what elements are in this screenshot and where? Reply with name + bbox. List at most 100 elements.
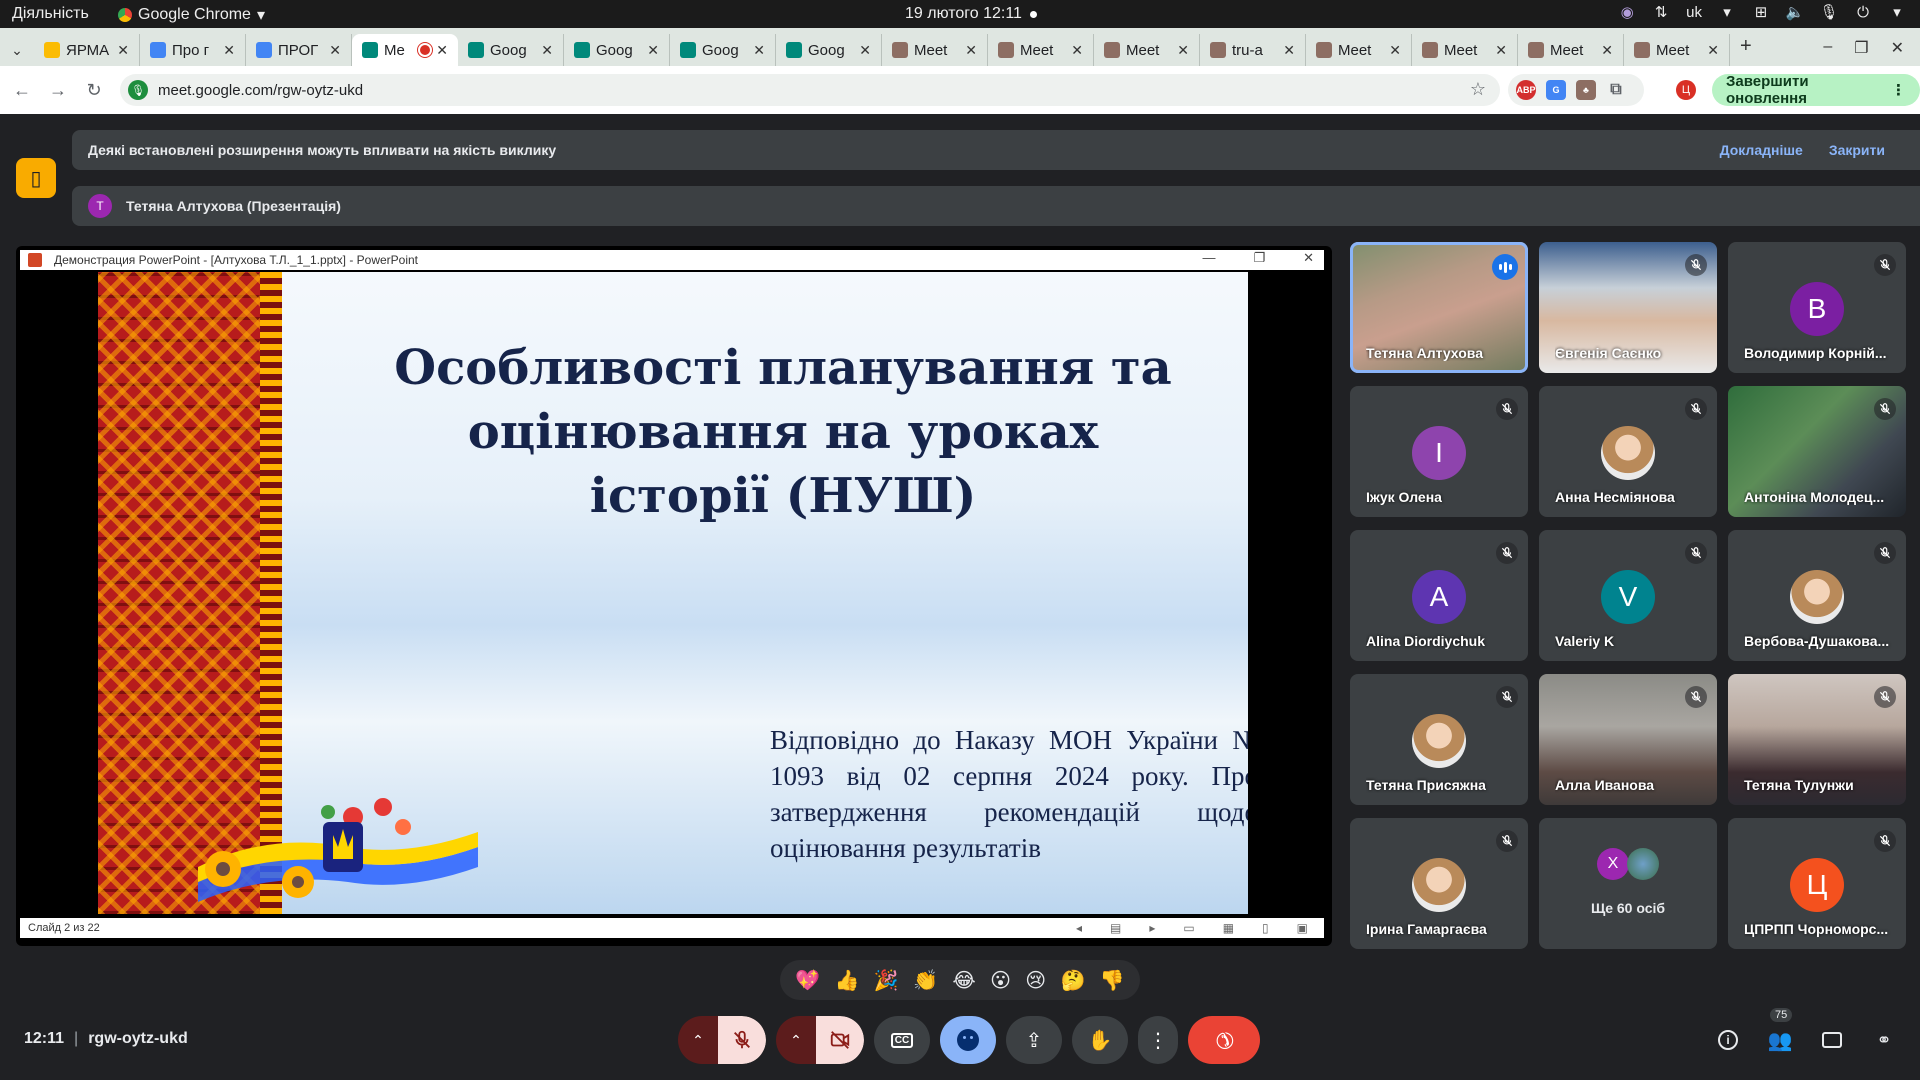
close-tab-icon[interactable]: ✕ [859,42,871,59]
system-tray[interactable]: ◉ ⇅ uk ▾ ⊞ 🔈 🎙 ⏻ ▾ [1618,3,1906,22]
mic-off-button[interactable] [718,1016,766,1064]
slideshow-view-icon[interactable]: ▣ [1297,921,1308,935]
captions-button[interactable]: CC [874,1016,930,1064]
reaction-emoji-button[interactable]: 👏 [913,968,938,993]
participant-tile[interactable]: A Alina Diordiychuk [1350,530,1528,661]
url-field[interactable]: 🎙 meet.google.com/rgw-oytz-ukd ☆ [120,74,1500,106]
participant-tile[interactable]: Антоніна Молодец... [1728,386,1906,517]
clock[interactable]: 19 лютого 12:11 [905,5,1022,23]
participant-tile[interactable]: Тетяна Тулунжи [1728,674,1906,805]
participant-tile[interactable]: Євгенія Саєнко [1539,242,1717,373]
adblock-icon[interactable]: ABP [1516,80,1536,100]
close-tab-icon[interactable]: ✕ [541,42,553,59]
video-settings-chevron-icon[interactable]: ⌃ [776,1016,816,1064]
tab[interactable]: Meet ✕ [882,34,988,66]
activities-button[interactable]: Діяльність [12,5,89,23]
close-tab-icon[interactable]: ✕ [1707,42,1719,59]
reaction-emoji-button[interactable]: 😮 [990,968,1011,993]
participant-tile[interactable]: Ц ЦПРПП Чорноморс... [1728,818,1906,949]
ppt-close-icon[interactable]: ✕ [1303,250,1314,266]
tab-active[interactable]: Me ✕ [352,34,458,66]
viber-icon[interactable]: ◉ [1618,3,1636,21]
forward-icon[interactable]: → [40,80,76,101]
meeting-details-icon[interactable]: i [1716,1028,1740,1052]
tab[interactable]: Meet ✕ [1624,34,1730,66]
tab[interactable]: Meet ✕ [1094,34,1200,66]
raise-hand-button[interactable]: ✋ [1072,1016,1128,1064]
close-tab-icon[interactable]: ✕ [1071,42,1083,59]
language-indicator[interactable]: uk [1686,4,1702,21]
participant-tile[interactable]: Тетяна Присяжна [1350,674,1528,805]
reaction-emoji-button[interactable]: 😂 [952,968,975,993]
close-tab-icon[interactable]: ✕ [1495,42,1507,59]
presentation-stage[interactable]: Демонстрация PowerPoint - [Алтухова Т.Л.… [16,246,1332,946]
ppt-minimize-icon[interactable]: — [1202,250,1215,266]
close-tab-icon[interactable]: ✕ [1177,42,1189,59]
minimize-icon[interactable]: – [1823,38,1832,58]
tab[interactable]: Meet ✕ [1306,34,1412,66]
tab[interactable]: Meet ✕ [1412,34,1518,66]
activities-icon[interactable]: ⚭ [1872,1028,1896,1052]
reading-view-icon[interactable]: ▯ [1262,921,1269,935]
participant-tile[interactable]: В Володимир Корній... [1728,242,1906,373]
tab-search-icon[interactable]: ⌄ [0,34,34,66]
bookmark-star-icon[interactable]: ☆ [1470,79,1486,100]
slide-menu-icon[interactable]: ▤ [1110,921,1121,935]
reaction-emoji-button[interactable]: 🤔 [1061,968,1086,993]
prev-slide-icon[interactable]: ◂ [1076,921,1082,935]
participant-tile[interactable]: І Іжук Олена [1350,386,1528,517]
translate-icon[interactable]: G [1546,80,1566,100]
reaction-emoji-button[interactable]: 🎉 [874,968,899,993]
volume-icon[interactable]: 🔈 [1786,3,1805,21]
power-icon[interactable]: ⏻ [1854,3,1872,21]
close-tab-icon[interactable]: ✕ [1389,42,1401,59]
tab[interactable]: Goog ✕ [564,34,670,66]
participant-tile[interactable]: Алла Иванова [1539,674,1717,805]
normal-view-icon[interactable]: ▭ [1183,921,1194,935]
participant-tile[interactable]: Ірина Гамаргаєва [1350,818,1528,949]
next-slide-icon[interactable]: ▸ [1149,921,1155,935]
back-icon[interactable]: ← [4,80,40,101]
tab[interactable]: Goog ✕ [670,34,776,66]
tab[interactable]: Goog ✕ [458,34,564,66]
restore-icon[interactable]: ❐ [1854,38,1868,58]
leave-call-button[interactable]: ✆ [1188,1016,1260,1064]
more-participants-tile[interactable]: Х Ще 60 осіб [1539,818,1717,949]
tab[interactable]: ПРОГ ✕ [246,34,352,66]
camera-off-button[interactable] [816,1016,864,1064]
presentation-bar[interactable]: Т Тетяна Алтухова (Презентація) [72,186,1920,226]
people-button[interactable]: 75 👥 [1768,1008,1792,1052]
microphone-icon[interactable]: 🎙 [1819,3,1838,21]
reaction-emoji-button[interactable]: 👍 [834,968,859,993]
close-banner-button[interactable]: Закрити [1829,142,1885,158]
wired-network-icon[interactable]: ⊞ [1752,3,1770,21]
close-tab-icon[interactable]: ✕ [1601,42,1613,59]
participant-tile[interactable]: V Valeriy K [1539,530,1717,661]
reload-icon[interactable]: ↻ [76,80,112,101]
present-screen-button[interactable]: ⇪ [1006,1016,1062,1064]
close-tab-icon[interactable]: ✕ [647,42,659,59]
sorter-view-icon[interactable]: ▦ [1223,921,1234,935]
close-tab-icon[interactable]: ✕ [753,42,765,59]
meeting-code[interactable]: rgw-oytz-ukd [88,1030,188,1047]
tab[interactable]: ЯРМА ✕ [34,34,140,66]
meet-extension-icon[interactable]: ♣ [1576,80,1596,100]
tab[interactable]: Meet ✕ [1518,34,1624,66]
reaction-emoji-button[interactable]: 💖 [795,968,820,993]
new-tab-button[interactable]: + [1730,35,1762,66]
close-tab-icon[interactable]: ✕ [965,42,977,59]
close-tab-icon[interactable]: ✕ [1283,42,1295,59]
participant-tile[interactable]: Тетяна Алтухова [1350,242,1528,373]
close-icon[interactable]: ✕ [1891,38,1904,58]
ppt-restore-icon[interactable]: ❐ [1253,250,1265,266]
close-tab-icon[interactable]: ✕ [436,42,448,59]
tab[interactable]: Meet ✕ [988,34,1094,66]
audio-settings-chevron-icon[interactable]: ⌃ [678,1016,718,1064]
reaction-emoji-button[interactable]: 👎 [1100,968,1125,993]
tab[interactable]: Goog ✕ [776,34,882,66]
tab[interactable]: Про г ✕ [140,34,246,66]
finish-update-button[interactable]: Завершити оновлення ⋮ [1712,73,1920,107]
site-info-icon[interactable]: 🎙 [128,80,148,100]
chat-icon[interactable] [1820,1028,1844,1052]
learn-more-link[interactable]: Докладніше [1720,142,1803,158]
